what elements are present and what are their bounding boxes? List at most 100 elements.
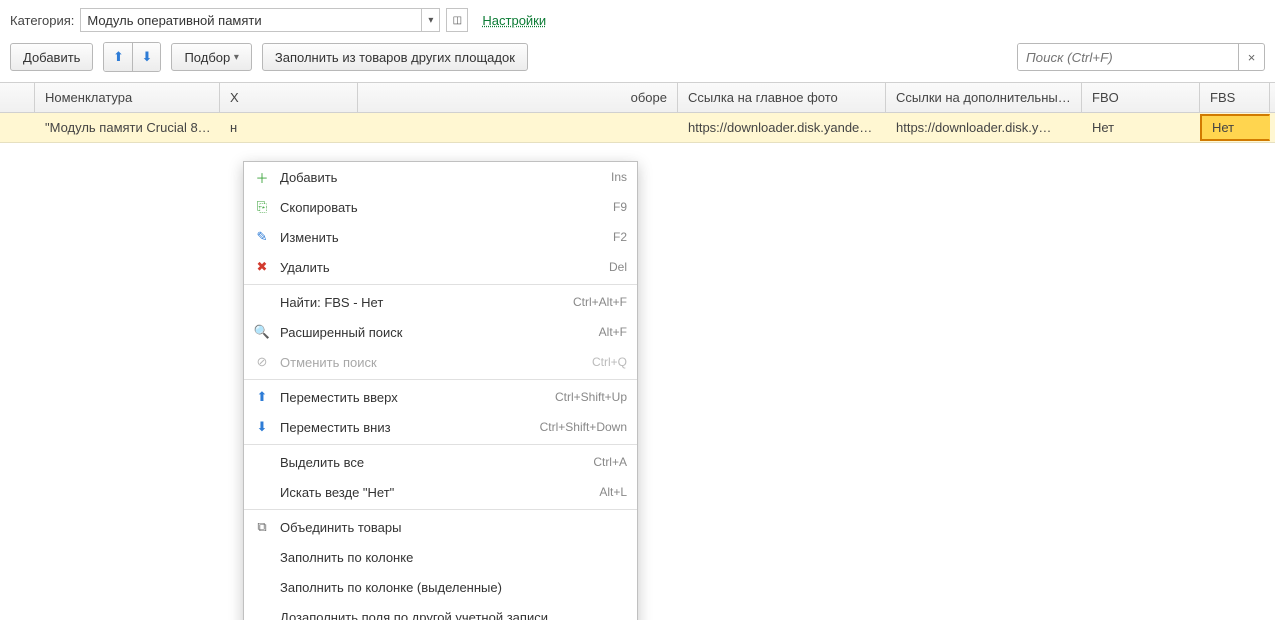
- arrow-up-icon: ⬆: [113, 49, 124, 65]
- menu-item-shortcut: Del: [609, 260, 627, 274]
- search-clear-button[interactable]: ×: [1238, 44, 1264, 70]
- menu-item-shortcut: F9: [613, 200, 627, 214]
- menu-item-shortcut: Ctrl+A: [593, 455, 627, 469]
- menu-item-label: Отменить поиск: [280, 355, 592, 370]
- column-fbs[interactable]: FBS: [1200, 83, 1270, 112]
- cell-fbo[interactable]: Нет: [1082, 113, 1200, 142]
- blank-icon: [253, 483, 271, 501]
- toolbar: Добавить ⬆ ⬇ Подбор ▾ Заполнить из товар…: [0, 36, 1275, 82]
- column-selection[interactable]: оборе: [358, 83, 678, 112]
- cell-nomenclature[interactable]: "Модуль памяти Crucial 8…: [35, 113, 220, 142]
- column-indicator[interactable]: [0, 83, 35, 112]
- move-down-button[interactable]: ⬇: [132, 43, 160, 71]
- menu-item[interactable]: ＋ ДобавитьIns: [244, 162, 637, 192]
- blank-icon: [253, 293, 271, 311]
- arrow-down-icon: ⬇: [142, 49, 153, 65]
- menu-item-label: Расширенный поиск: [280, 325, 599, 340]
- menu-item-label: Переместить вверх: [280, 390, 555, 405]
- move-up-button[interactable]: ⬆: [104, 43, 132, 71]
- menu-item[interactable]: ✎ ИзменитьF2: [244, 222, 637, 252]
- menu-item-shortcut: Ctrl+Alt+F: [573, 295, 627, 309]
- blank-icon: [253, 548, 271, 566]
- menu-item: ⊘ Отменить поискCtrl+Q: [244, 347, 637, 377]
- merge-icon: ⧉: [253, 518, 271, 536]
- category-select[interactable]: Модуль оперативной памяти ▾: [80, 8, 440, 32]
- menu-item-shortcut: Alt+L: [599, 485, 627, 499]
- menu-item-label: Добавить: [280, 170, 611, 185]
- menu-item-shortcut: F2: [613, 230, 627, 244]
- menu-item-shortcut: Ins: [611, 170, 627, 184]
- cell-characteristic[interactable]: н: [220, 113, 358, 142]
- menu-item[interactable]: ⎘ СкопироватьF9: [244, 192, 637, 222]
- pick-button-label: Подбор: [184, 50, 230, 65]
- blank-icon: [253, 453, 271, 471]
- menu-separator: [244, 444, 637, 445]
- menu-item-label: Удалить: [280, 260, 609, 275]
- menu-item-shortcut: Ctrl+Shift+Up: [555, 390, 627, 404]
- column-main-photo[interactable]: Ссылка на главное фото: [678, 83, 886, 112]
- cell-main-photo[interactable]: https://downloader.disk.yande…: [678, 113, 886, 142]
- menu-item[interactable]: ⧉ Объединить товары: [244, 512, 637, 542]
- menu-item[interactable]: Дозаполнить поля по другой учетной запис…: [244, 602, 637, 620]
- cancel-icon: ⊘: [253, 353, 271, 371]
- menu-item[interactable]: ✖ УдалитьDel: [244, 252, 637, 282]
- menu-item-shortcut: Alt+F: [599, 325, 627, 339]
- menu-item-shortcut: Ctrl+Shift+Down: [540, 420, 627, 434]
- table-row[interactable]: "Модуль памяти Crucial 8… н https://down…: [0, 113, 1275, 143]
- chevron-down-icon[interactable]: ▾: [421, 9, 439, 31]
- blank-icon: [253, 578, 271, 596]
- menu-separator: [244, 284, 637, 285]
- search-icon: 🔍: [253, 323, 271, 341]
- menu-separator: [244, 509, 637, 510]
- blank-icon: [253, 608, 271, 620]
- row-indicator: [0, 113, 35, 142]
- menu-item[interactable]: Заполнить по колонке (выделенные): [244, 572, 637, 602]
- menu-item-label: Объединить товары: [280, 520, 627, 535]
- search-input[interactable]: [1018, 44, 1238, 70]
- search-box: ×: [1017, 43, 1265, 71]
- grid: Номенклатура Х оборе Ссылка на главное ф…: [0, 82, 1275, 143]
- add-icon: ＋: [253, 168, 271, 186]
- chevron-down-icon: ▾: [234, 52, 239, 63]
- menu-item[interactable]: Искать везде "Нет"Alt+L: [244, 477, 637, 507]
- menu-item-label: Выделить все: [280, 455, 593, 470]
- column-nomenclature[interactable]: Номенклатура: [35, 83, 220, 112]
- up-icon: ⬆: [253, 388, 271, 406]
- menu-item-label: Заполнить по колонке: [280, 550, 627, 565]
- column-additional-photos[interactable]: Ссылки на дополнительны…: [886, 83, 1082, 112]
- menu-item-label: Найти: FBS - Нет: [280, 295, 573, 310]
- menu-item-label: Искать везде "Нет": [280, 485, 599, 500]
- settings-link[interactable]: Настройки: [482, 13, 546, 28]
- grid-header: Номенклатура Х оборе Ссылка на главное ф…: [0, 83, 1275, 113]
- copy-icon: ⎘: [253, 198, 271, 216]
- context-menu: ＋ ДобавитьIns ⎘ СкопироватьF9 ✎ ИзменитьF2 ✖ Уд…: [243, 161, 638, 620]
- menu-item[interactable]: Заполнить по колонке: [244, 542, 637, 572]
- menu-item-label: Дозаполнить поля по другой учетной запис…: [280, 610, 627, 620]
- add-button[interactable]: Добавить: [10, 43, 93, 71]
- menu-item-shortcut: Ctrl+Q: [592, 355, 627, 369]
- column-fbo[interactable]: FBO: [1082, 83, 1200, 112]
- edit-icon: ✎: [253, 228, 271, 246]
- column-characteristic[interactable]: Х: [220, 83, 358, 112]
- menu-item-label: Заполнить по колонке (выделенные): [280, 580, 627, 595]
- top-bar: Категория: Модуль оперативной памяти ▾ ◫…: [0, 0, 1275, 36]
- fill-from-other-button[interactable]: Заполнить из товаров других площадок: [262, 43, 528, 71]
- menu-separator: [244, 379, 637, 380]
- category-label: Категория:: [10, 13, 74, 28]
- pick-button[interactable]: Подбор ▾: [171, 43, 251, 71]
- menu-item-label: Скопировать: [280, 200, 613, 215]
- category-value: Модуль оперативной памяти: [87, 13, 261, 28]
- menu-item-label: Изменить: [280, 230, 613, 245]
- down-icon: ⬇: [253, 418, 271, 436]
- menu-item[interactable]: ⬇Переместить внизCtrl+Shift+Down: [244, 412, 637, 442]
- cell-fbs[interactable]: Нет: [1200, 114, 1270, 141]
- cell-selection[interactable]: [358, 113, 678, 142]
- cell-additional-photos[interactable]: https://downloader.disk.y…: [886, 113, 1082, 142]
- menu-item[interactable]: ⬆ Переместить вверхCtrl+Shift+Up: [244, 382, 637, 412]
- open-dialog-icon[interactable]: ◫: [446, 8, 468, 32]
- menu-item[interactable]: 🔍 Расширенный поискAlt+F: [244, 317, 637, 347]
- menu-item[interactable]: Найти: FBS - НетCtrl+Alt+F: [244, 287, 637, 317]
- del-icon: ✖: [253, 258, 271, 276]
- move-button-group: ⬆ ⬇: [103, 42, 161, 72]
- menu-item[interactable]: Выделить всеCtrl+A: [244, 447, 637, 477]
